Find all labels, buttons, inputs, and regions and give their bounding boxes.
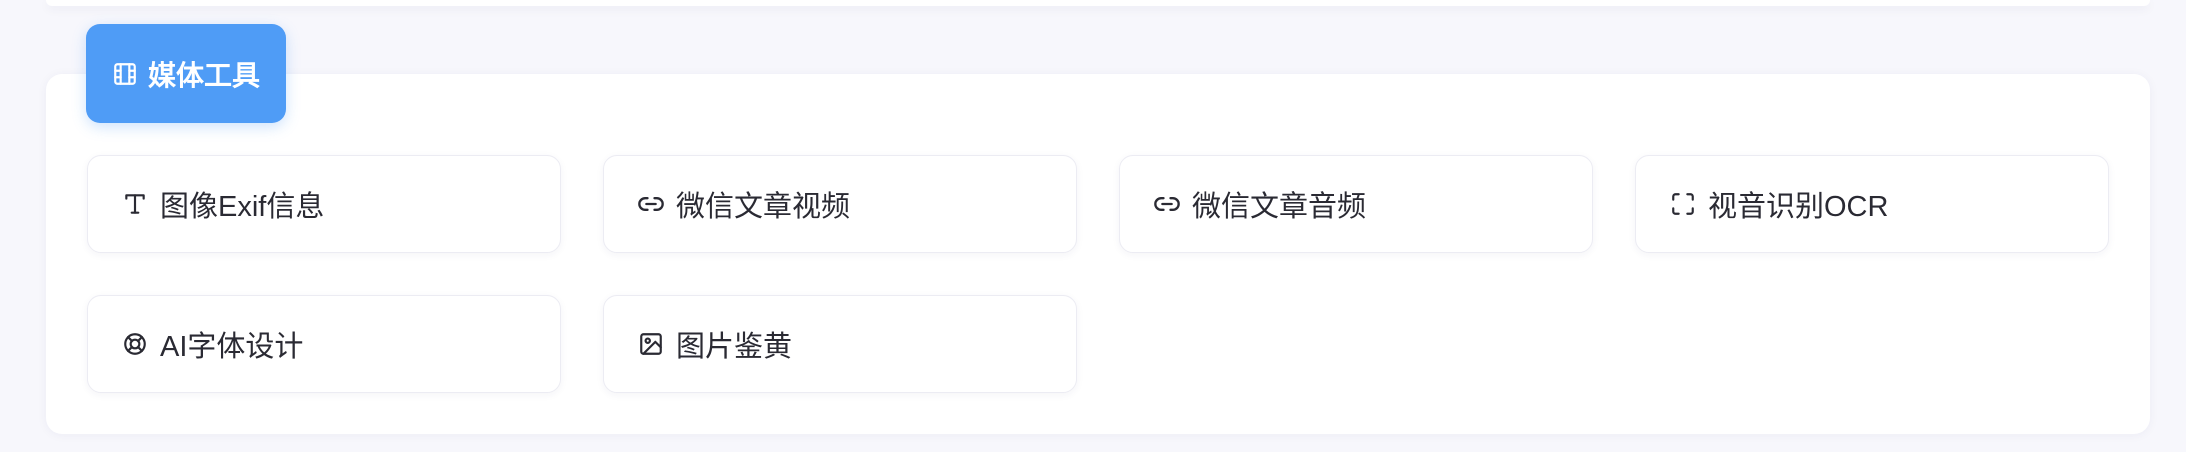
tool-card-wechat-article-video[interactable]: 微信文章视频	[603, 155, 1077, 253]
tool-card-image-exif[interactable]: 图像Exif信息	[87, 155, 561, 253]
image-icon	[636, 329, 666, 359]
link-icon	[1152, 189, 1182, 219]
tool-grid: 图像Exif信息 微信文章视频 微信文章音频 视音识别OCR AI字体设计 图片…	[87, 155, 2109, 393]
tool-card-ai-font-design[interactable]: AI字体设计	[87, 295, 561, 393]
tool-label: 微信文章视频	[676, 191, 851, 223]
section-tag-media-tools: 媒体工具	[86, 24, 286, 123]
scan-icon	[1668, 189, 1698, 219]
film-icon	[112, 61, 138, 87]
link-icon	[636, 189, 666, 219]
tool-card-av-ocr[interactable]: 视音识别OCR	[1635, 155, 2109, 253]
lifebuoy-icon	[120, 329, 150, 359]
tool-label: AI字体设计	[160, 331, 304, 363]
tool-label: 图片鉴黄	[676, 331, 793, 363]
text-icon	[120, 189, 150, 219]
section-title: 媒体工具	[147, 59, 260, 91]
tool-card-image-nsfw-check[interactable]: 图片鉴黄	[603, 295, 1077, 393]
tool-label: 图像Exif信息	[160, 191, 325, 223]
top-bar-edge	[46, 0, 2150, 6]
tool-card-wechat-article-audio[interactable]: 微信文章音频	[1119, 155, 1593, 253]
tool-label: 微信文章音频	[1192, 191, 1367, 223]
tool-label: 视音识别OCR	[1708, 191, 1889, 223]
